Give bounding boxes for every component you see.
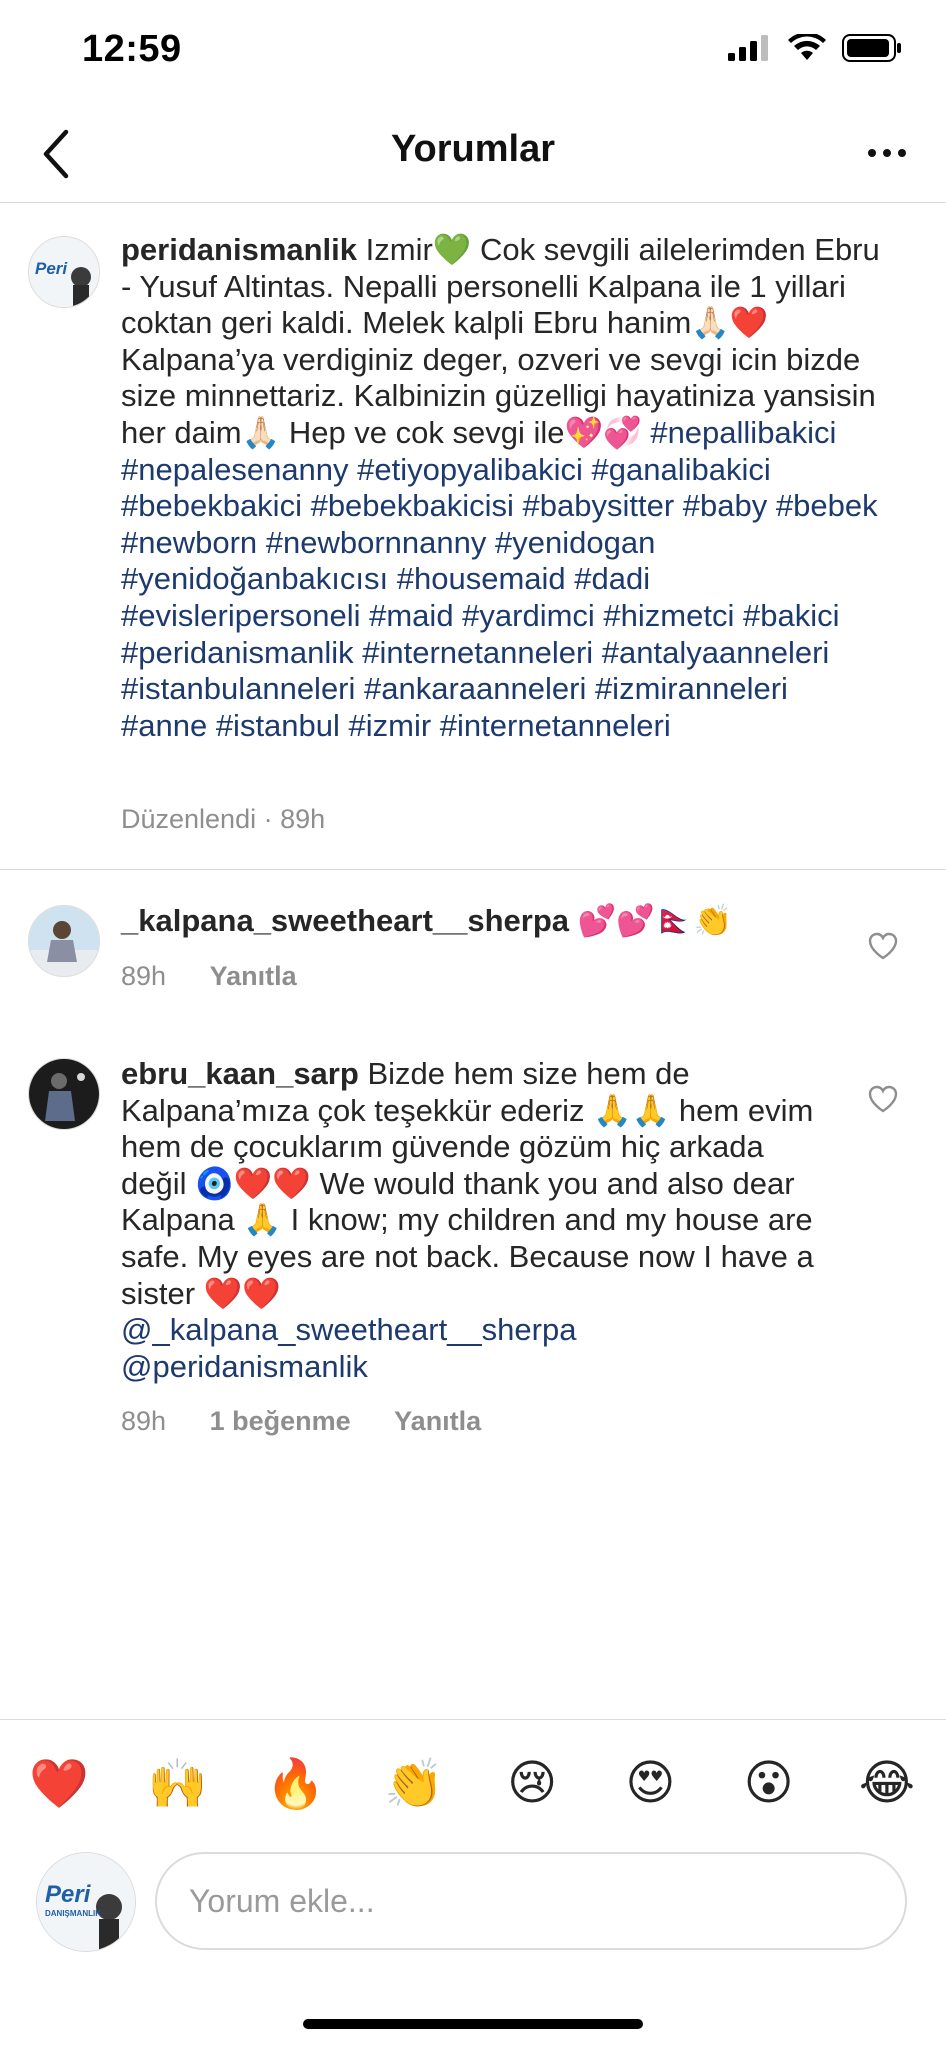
reaction-emoji-button[interactable]: 👏 (379, 1755, 449, 1812)
avatar-logo-text: Peri (45, 1881, 91, 1908)
header: Yorumlar (0, 110, 946, 203)
likes-count[interactable]: 1 beğenme (210, 1406, 351, 1436)
status-icons (728, 34, 902, 62)
reaction-emoji-button[interactable]: 😂 (852, 1755, 922, 1811)
comment-time: 89h (121, 1406, 167, 1436)
battery-icon (842, 34, 901, 62)
reaction-emoji-button[interactable]: 😢 (497, 1755, 567, 1811)
comment-text: Bizde hem size hem de Kalpana’mıza çok t… (121, 1056, 814, 1311)
comment-username[interactable]: _kalpana_sweetheart__sherpa (121, 903, 569, 938)
post-caption: peridanismanlik Izmir💚 Cok sevgili ailel… (121, 232, 881, 744)
reaction-emoji-button[interactable]: 😮 (734, 1755, 804, 1811)
reply-button[interactable]: Yanıtla (394, 1406, 481, 1436)
comment-time: 89h (121, 961, 167, 991)
reaction-emoji-button[interactable]: ❤️ (24, 1755, 94, 1812)
reaction-emoji-button[interactable]: 😍 (615, 1755, 685, 1811)
comment-body: ebru_kaan_sarp Bizde hem size hem de Kal… (121, 1056, 831, 1385)
avatar-logo-text: Peri (35, 259, 68, 278)
divider (0, 869, 946, 870)
comment-avatar[interactable] (28, 1058, 100, 1130)
post-author-username[interactable]: peridanismanlik (121, 232, 357, 267)
avatar-photo (29, 906, 99, 976)
avatar-photo (29, 1059, 99, 1129)
comment-username[interactable]: ebru_kaan_sarp (121, 1056, 359, 1091)
wifi-icon (788, 34, 826, 60)
post-hashtags[interactable]: #nepallibakici #nepalesenanny #etiyopyal… (121, 415, 878, 743)
post-edited-time: Düzenlendi · 89h (121, 804, 326, 834)
comment-body: _kalpana_sweetheart__sherpa 💕💕🇳🇵👏 (121, 903, 831, 940)
like-heart-icon[interactable] (868, 1085, 898, 1113)
like-heart-icon[interactable] (868, 932, 898, 960)
reaction-emoji-button[interactable]: 🙌 (142, 1755, 212, 1812)
cellular-signal-icon (728, 35, 768, 61)
mention-link[interactable]: @_kalpana_sweetheart__sherpa (121, 1312, 576, 1347)
reaction-emoji-button[interactable]: 🔥 (261, 1755, 331, 1812)
comment-text: 💕💕🇳🇵👏 (577, 903, 733, 938)
divider (0, 1719, 946, 1720)
reply-button[interactable]: Yanıtla (210, 961, 297, 991)
avatar-logo-subtext: DANIŞMANLIK (45, 1909, 101, 1918)
more-options-icon[interactable] (862, 136, 912, 170)
comment-avatar[interactable] (28, 905, 100, 977)
comment-input-box[interactable] (155, 1852, 907, 1950)
page-title: Yorumlar (390, 128, 555, 170)
mention-link[interactable]: @peridanismanlik (121, 1349, 368, 1384)
comment-meta: 89h 1 beğenme Yanıtla (121, 1406, 481, 1437)
status-time: 12:59 (82, 28, 182, 70)
post-author-avatar[interactable]: Peri (28, 236, 100, 308)
comment-input[interactable] (187, 1882, 871, 1921)
current-user-avatar[interactable]: Peri DANIŞMANLIK (36, 1852, 136, 1952)
home-indicator (303, 2019, 643, 2029)
comment-meta: 89h Yanıtla (121, 961, 297, 992)
quick-reactions-bar: ❤️ 🙌 🔥 👏 😢 😍 😮 😂 (0, 1748, 946, 1818)
